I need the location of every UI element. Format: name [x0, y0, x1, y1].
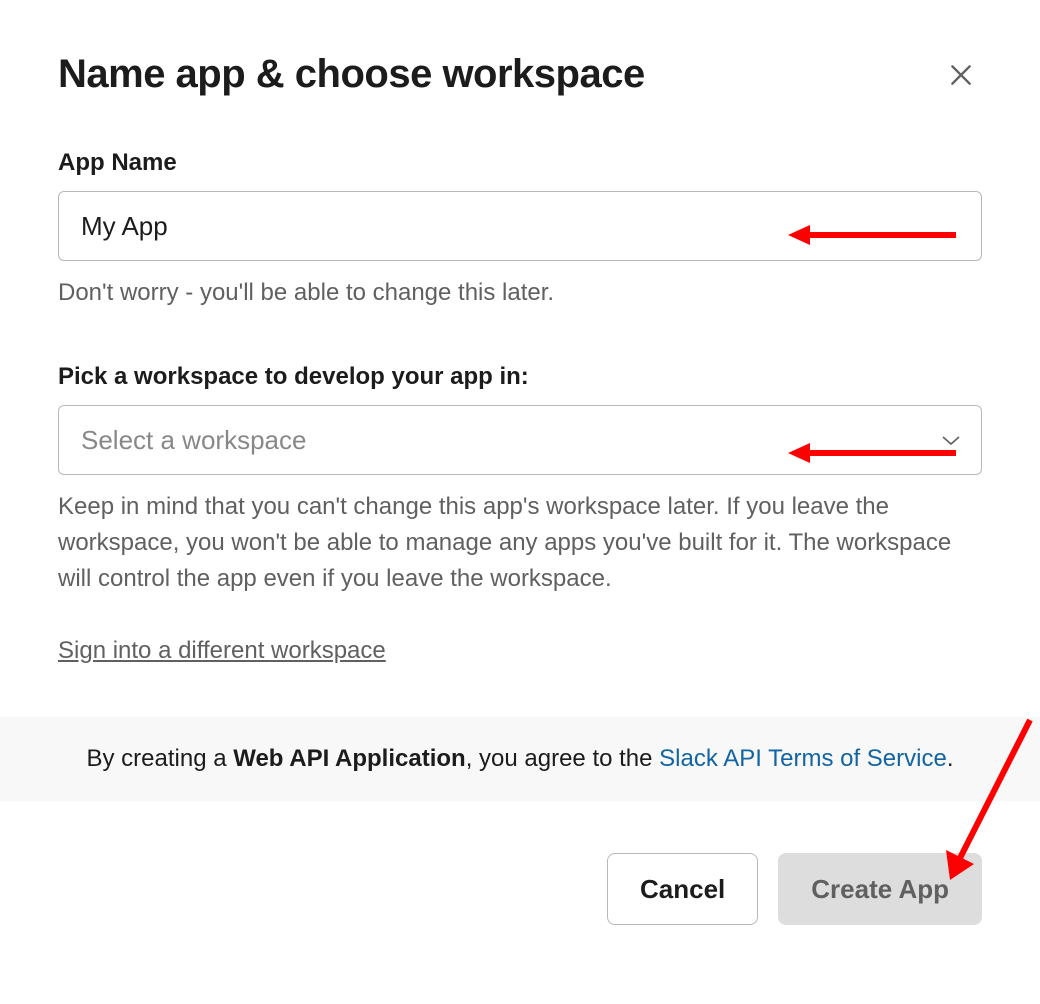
terms-link[interactable]: Slack API Terms of Service	[659, 745, 947, 772]
close-icon	[948, 76, 974, 91]
workspace-select-wrapper: Select a workspace	[58, 405, 982, 475]
terms-bold: Web API Application	[233, 745, 465, 772]
modal-footer: Cancel Create App	[58, 853, 982, 925]
sign-into-workspace-link[interactable]: Sign into a different workspace	[58, 637, 386, 665]
modal-header: Name app & choose workspace	[58, 50, 982, 99]
app-name-label: App Name	[58, 149, 982, 177]
terms-prefix: By creating a	[86, 745, 233, 772]
create-app-modal: Name app & choose workspace App Name Don…	[0, 0, 1040, 1004]
modal-title: Name app & choose workspace	[58, 50, 645, 98]
terms-suffix: .	[947, 745, 954, 772]
terms-mid: , you agree to the	[466, 745, 659, 772]
app-name-section: App Name Don't worry - you'll be able to…	[58, 149, 982, 311]
terms-bar: By creating a Web API Application, you a…	[0, 717, 1040, 801]
create-app-button[interactable]: Create App	[778, 853, 982, 925]
workspace-section: Pick a workspace to develop your app in:…	[58, 363, 982, 665]
close-button[interactable]	[940, 54, 982, 99]
workspace-select[interactable]: Select a workspace	[58, 405, 982, 475]
workspace-label: Pick a workspace to develop your app in:	[58, 363, 982, 391]
app-name-hint: Don't worry - you'll be able to change t…	[58, 275, 982, 311]
workspace-hint: Keep in mind that you can't change this …	[58, 489, 982, 597]
app-name-input[interactable]	[58, 191, 982, 261]
cancel-button[interactable]: Cancel	[607, 853, 758, 925]
